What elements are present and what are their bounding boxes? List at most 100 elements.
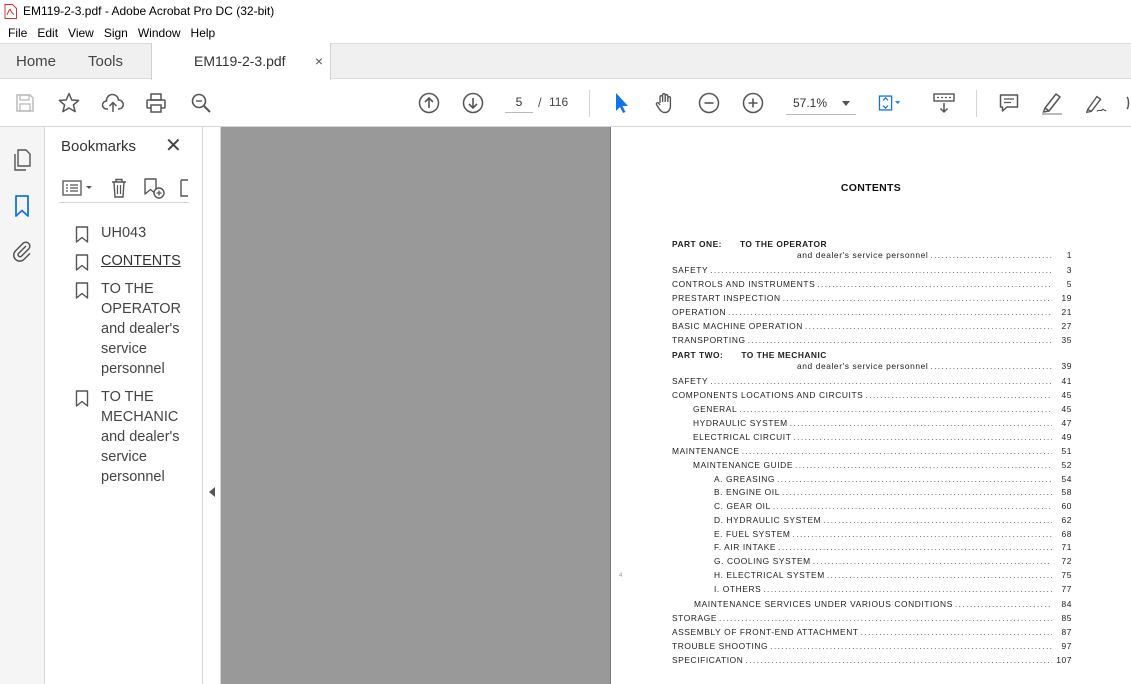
bookmark-item-to-the-mechanic[interactable]: TO THE MECHANIC and dealer's service per… <box>75 387 203 487</box>
zoom-dropdown[interactable]: 57.1% <box>786 91 856 115</box>
part-label: PART ONE: <box>672 239 722 249</box>
cloud-upload-icon[interactable] <box>100 90 126 116</box>
zoom-out-icon[interactable] <box>696 90 722 116</box>
toc-leader-dots: ........................................… <box>812 556 1052 566</box>
bookmark-item-uh043[interactable]: UH043 <box>75 223 203 243</box>
page-mark: 4 <box>619 573 623 579</box>
toc-entry-page: 45 <box>1052 403 1072 415</box>
toc-entry-text: SAFETY <box>672 264 711 276</box>
toc-entry-page: 21 <box>1052 306 1072 318</box>
bookmark-item-to-the-operator[interactable]: TO THE OPERATOR and dealer's service per… <box>75 279 203 379</box>
star-icon[interactable] <box>56 90 82 116</box>
comment-icon[interactable] <box>996 90 1022 116</box>
zoom-in-icon[interactable] <box>740 90 766 116</box>
toc-leader-dots: ........................................… <box>772 501 1052 511</box>
close-tab-button[interactable]: × <box>315 43 323 80</box>
page-thumbnails-icon[interactable] <box>10 147 34 173</box>
menu-window[interactable]: Window <box>133 26 186 40</box>
toc-leader-dots: ........................................… <box>777 474 1052 484</box>
toc-entry: GENERAL.................................… <box>672 403 1072 415</box>
bookmark-label: UH043 <box>101 225 147 241</box>
bookmark-label: CONTENTS <box>101 253 181 269</box>
options-menu-icon[interactable] <box>61 177 95 199</box>
bookmark-panel-icon[interactable] <box>10 193 34 219</box>
toc-entry: B. ENGINE OIL...........................… <box>672 486 1072 498</box>
toc-entry-page: 75 <box>1052 569 1072 581</box>
toc-leader-dots: ........................................… <box>930 361 1052 371</box>
zoom-value: 57.1% <box>793 96 828 110</box>
sign-pen-icon[interactable] <box>1083 90 1109 116</box>
toc-entry-text: PRESTART INSPECTION <box>672 292 783 304</box>
toc-entry-text: D. HYDRAULIC SYSTEM <box>714 514 824 526</box>
bookmark-item-contents[interactable]: CONTENTS <box>75 251 203 271</box>
toc-leader-dots: ........................................… <box>789 418 1052 428</box>
scroll-mode-icon[interactable] <box>931 90 957 116</box>
print-icon[interactable] <box>143 90 169 116</box>
attachment-icon[interactable] <box>10 238 34 264</box>
toc-entry-page: 87 <box>1052 626 1072 638</box>
toc-entry-text: G. COOLING SYSTEM <box>714 555 813 567</box>
toc-entry-page: 84 <box>1052 598 1072 610</box>
toc-entry-page: 97 <box>1052 640 1072 652</box>
select-cursor-icon[interactable] <box>608 90 634 116</box>
toc-entry-text: A. GREASING <box>714 473 778 485</box>
collapse-panel-icon[interactable] <box>209 487 215 497</box>
toc-leader-dots: ........................................… <box>804 321 1052 331</box>
bookmark-icon <box>75 226 89 243</box>
toc-entry-text: I. OTHERS <box>714 583 764 595</box>
page-number-input[interactable] <box>505 91 533 113</box>
hand-tool-icon[interactable] <box>652 90 678 116</box>
bookmark-properties-icon[interactable] <box>179 177 189 199</box>
toc-entry-text: COMPONENTS LOCATIONS AND CIRCUITS <box>672 389 866 401</box>
toc-entry-text: MAINTENANCE SERVICES UNDER VARIOUS CONDI… <box>694 598 955 610</box>
next-page-icon[interactable] <box>460 90 486 116</box>
toc-entry-text: and dealer's service personnel <box>797 360 931 372</box>
toc-entry: TRANSPORTING............................… <box>672 334 1072 346</box>
highlight-pen-icon[interactable] <box>1039 90 1065 116</box>
toc-entry-text: F. AIR INTAKE <box>714 541 779 553</box>
bookmarks-header: Bookmarks <box>61 138 137 155</box>
menu-file[interactable]: File <box>3 26 32 40</box>
delete-bookmark-icon[interactable] <box>109 177 129 199</box>
menu-edit[interactable]: Edit <box>32 26 63 40</box>
panel-splitter[interactable] <box>203 127 221 684</box>
toc-entry-page: 39 <box>1052 360 1072 372</box>
toc-entry-page: 49 <box>1052 431 1072 443</box>
menu-help[interactable]: Help <box>186 26 221 40</box>
new-bookmark-icon[interactable] <box>142 177 166 199</box>
part-title: TO THE OPERATOR <box>739 239 828 249</box>
toc-entry-text: SAFETY <box>672 375 711 387</box>
toc-leader-dots: ........................................… <box>763 584 1052 594</box>
tab-document[interactable]: EM119-2-3.pdf × <box>151 43 331 80</box>
menu-sign[interactable]: Sign <box>99 26 133 40</box>
toc-entry: D. HYDRAULIC SYSTEM.....................… <box>672 514 1072 526</box>
toc-entry: PRESTART INSPECTION.....................… <box>672 292 1072 304</box>
bookmarks-panel: Bookmarks ✕ UH043 CONTENTS TO THE OPERAT… <box>45 127 203 684</box>
save-icon[interactable] <box>12 90 38 116</box>
part-label: PART TWO: <box>672 350 724 360</box>
part-title: TO THE MECHANIC <box>741 350 827 360</box>
more-tools-icon[interactable] <box>1119 90 1131 116</box>
menu-view[interactable]: View <box>63 26 99 40</box>
toc-entry: E. FUEL SYSTEM..........................… <box>672 528 1072 540</box>
toc-leader-dots: ........................................… <box>823 515 1052 525</box>
toolbar-divider <box>589 90 590 117</box>
toc-entry: ELECTRICAL CIRCUIT......................… <box>672 431 1072 443</box>
fit-page-icon[interactable] <box>876 90 902 116</box>
bookmark-icon <box>75 282 89 299</box>
toc-entry-page: 60 <box>1052 500 1072 512</box>
toc-entry-page: 27 <box>1052 320 1072 332</box>
document-viewport[interactable]: CONTENTS PART ONE: TO THE OPERATOR and dea… <box>221 127 1131 684</box>
close-panel-button[interactable]: ✕ <box>165 136 182 156</box>
toc-entry-text: GENERAL <box>693 403 740 415</box>
toc-part-heading: PART ONE: TO THE OPERATOR <box>672 239 827 249</box>
previous-page-icon[interactable] <box>416 90 442 116</box>
tab-home[interactable]: Home <box>16 44 56 79</box>
bookmark-icon <box>75 254 89 271</box>
search-zoom-icon[interactable] <box>188 90 214 116</box>
toc-entry-text: MAINTENANCE <box>672 445 742 457</box>
toc-entry: A. GREASING.............................… <box>672 473 1072 485</box>
toc-leader-dots: ........................................… <box>817 279 1052 289</box>
toc-entry-text: BASIC MACHINE OPERATION <box>672 320 805 332</box>
tab-tools[interactable]: Tools <box>88 44 123 79</box>
